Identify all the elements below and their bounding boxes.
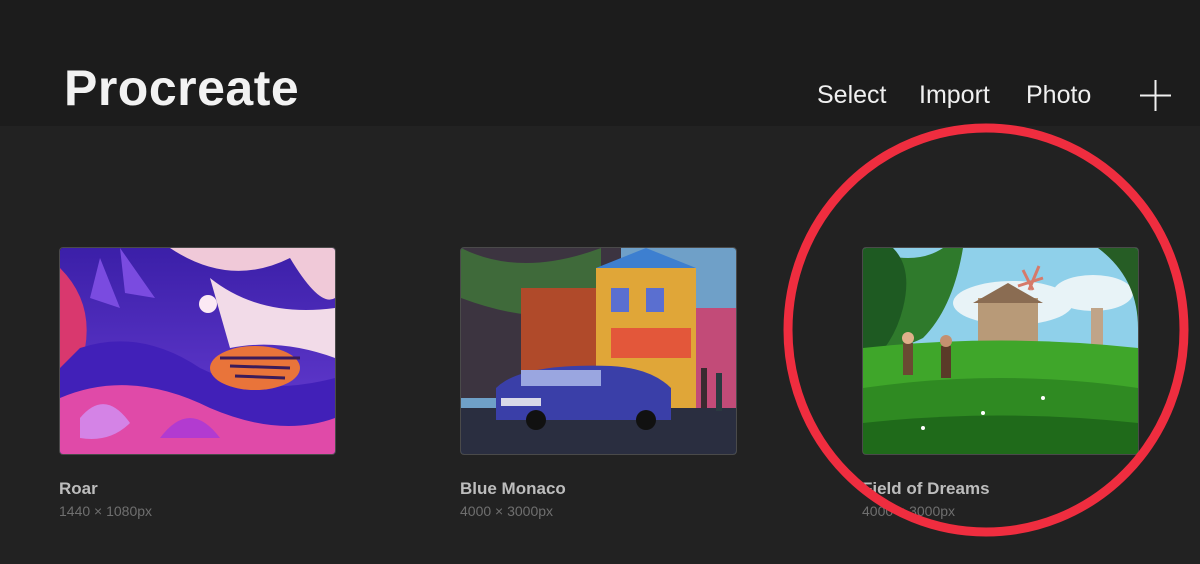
field-illustration [863, 248, 1138, 454]
artwork-thumbnail-blue-monaco[interactable] [460, 247, 737, 455]
artwork-dimensions: 1440 × 1080px [59, 503, 153, 519]
artwork-dimensions: 4000 × 3000px [460, 503, 554, 519]
artwork-thumbnail-field-of-dreams[interactable] [862, 247, 1139, 455]
artwork-title: Blue Monaco [460, 479, 566, 498]
plus-icon[interactable] [1140, 80, 1171, 111]
street-car-illustration [461, 248, 736, 454]
artwork-title: Roar [59, 479, 98, 498]
artwork-dimensions: 4000 × 3000px [862, 503, 956, 519]
artwork-title: Field of Dreams [862, 479, 990, 498]
tiger-illustration [60, 248, 335, 454]
photo-button[interactable]: Photo [1026, 80, 1091, 110]
app-title: Procreate [64, 60, 300, 116]
import-button[interactable]: Import [919, 80, 990, 110]
artwork-card-blue-monaco[interactable]: Blue Monaco 4000 × 3000px [460, 247, 737, 520]
select-button[interactable]: Select [817, 80, 886, 110]
artwork-card-roar[interactable]: Roar 1440 × 1080px [59, 247, 336, 520]
artwork-card-field-of-dreams[interactable]: Field of Dreams 4000 × 3000px [862, 247, 1139, 520]
artwork-thumbnail-roar[interactable] [59, 247, 336, 455]
top-bar: Procreate Select Import Photo [0, 0, 1200, 126]
